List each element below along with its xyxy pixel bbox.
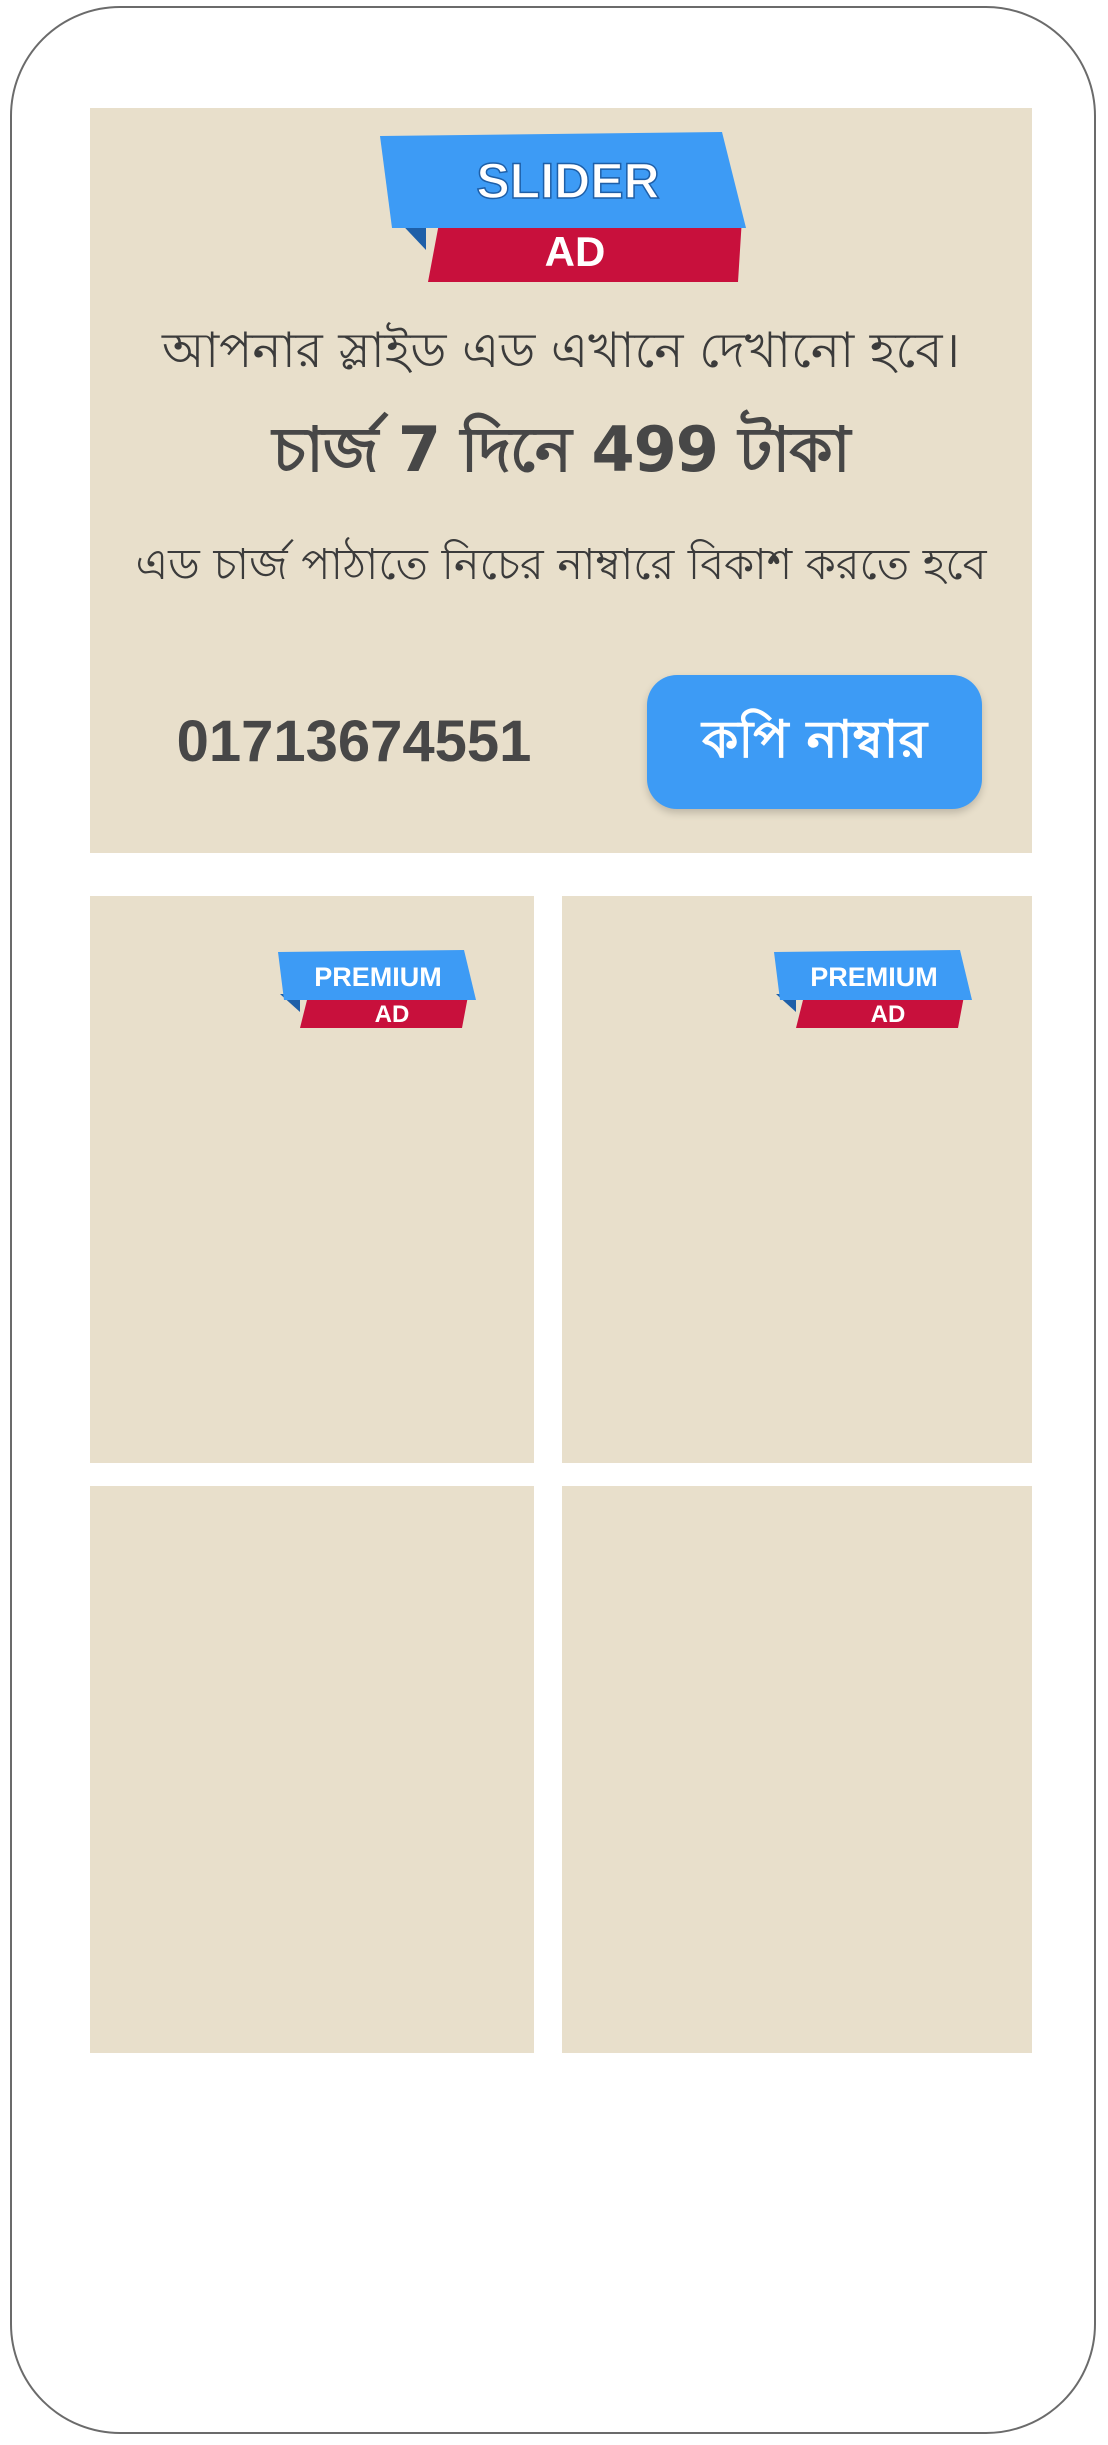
slider-ad-badge: SLIDER AD <box>380 132 746 282</box>
premium-badge-bottom-text: AD <box>871 1001 906 1028</box>
copy-number-button[interactable]: কপি নাম্বার <box>647 675 982 809</box>
slider-badge-bottom-text: AD <box>545 228 606 275</box>
slider-ad-price-text: চার্জ 7 দিনে 499 টাকা <box>272 413 850 486</box>
premium-ad-badge: PREMIUM AD <box>278 950 476 1028</box>
bkash-phone-number: 01713674551 <box>176 709 532 774</box>
premium-badge-top-text: PREMIUM <box>314 962 442 992</box>
ad-card-empty[interactable] <box>562 1486 1032 2053</box>
ad-card-empty[interactable] <box>90 1486 534 2053</box>
premium-badge-bottom-text: AD <box>375 1001 410 1028</box>
slider-ad-banner[interactable]: SLIDER AD আপনার স্লাইড এড এখানে দেখানো হ… <box>90 108 1032 853</box>
premium-ad-card[interactable]: PREMIUM AD <box>90 896 534 1463</box>
premium-ad-badge: PREMIUM AD <box>774 950 972 1028</box>
slider-badge-top-text: SLIDER <box>476 153 659 209</box>
premium-badge-top-text: PREMIUM <box>810 962 938 992</box>
slider-ad-info-text: আপনার স্লাইড এড এখানে দেখানো হবে। <box>161 322 961 379</box>
slider-ad-payment-text: এড চার্জ পাঠাতে নিচের নাম্বারে বিকাশ করত… <box>135 540 987 590</box>
premium-ad-card[interactable]: PREMIUM AD <box>562 896 1032 1463</box>
